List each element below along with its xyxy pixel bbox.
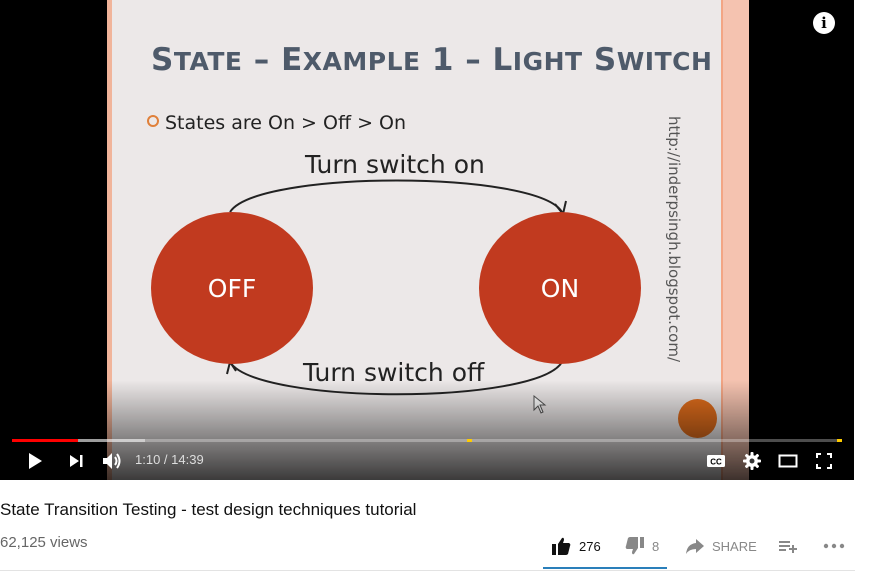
ad-marker xyxy=(467,439,472,442)
play-button[interactable] xyxy=(23,448,47,473)
volume-icon xyxy=(103,452,121,469)
fullscreen-button[interactable] xyxy=(812,448,836,473)
divider xyxy=(0,570,855,571)
settings-button[interactable] xyxy=(740,448,764,473)
more-actions-button[interactable] xyxy=(823,534,845,558)
captions-button[interactable]: CC xyxy=(704,448,728,473)
progress-played xyxy=(12,439,79,442)
fullscreen-icon xyxy=(816,452,832,469)
captions-icon: CC xyxy=(707,454,725,467)
video-title: State Transition Testing - test design t… xyxy=(0,500,417,519)
mute-button[interactable] xyxy=(99,448,125,473)
transition-label-top: Turn switch on xyxy=(305,150,485,179)
info-icon[interactable]: i xyxy=(813,12,835,34)
thumbs-up-icon xyxy=(552,537,571,555)
state-on: ON xyxy=(479,212,641,364)
dislike-count: 8 xyxy=(652,538,660,554)
like-count: 276 xyxy=(579,538,601,554)
like-button[interactable]: 276 xyxy=(551,534,601,558)
share-button[interactable]: SHARE xyxy=(685,534,757,558)
theater-mode-button[interactable] xyxy=(776,448,800,473)
svg-text:CC: CC xyxy=(710,457,722,466)
progress-bar[interactable] xyxy=(12,439,842,442)
settings-icon xyxy=(743,451,761,470)
save-to-playlist-button[interactable] xyxy=(778,534,798,558)
state-off: OFF xyxy=(151,212,313,364)
video-player[interactable]: STATE – EXAMPLE 1 – LIGHT SWITCH States … xyxy=(0,0,854,480)
like-ratio-bar xyxy=(543,567,667,569)
share-label: SHARE xyxy=(712,538,757,554)
playlist-add-icon xyxy=(779,541,797,553)
next-icon xyxy=(70,454,83,467)
thumbs-down-icon xyxy=(625,537,644,555)
next-button[interactable] xyxy=(64,448,88,473)
ad-marker xyxy=(837,439,842,442)
more-icon xyxy=(823,543,845,549)
play-icon xyxy=(29,452,42,469)
view-count: 62,125 views xyxy=(0,534,88,551)
dislike-button[interactable]: 8 xyxy=(625,534,659,558)
share-icon xyxy=(686,539,704,554)
time-display: 1:10 / 14:39 xyxy=(135,452,204,467)
theater-icon xyxy=(778,454,798,467)
